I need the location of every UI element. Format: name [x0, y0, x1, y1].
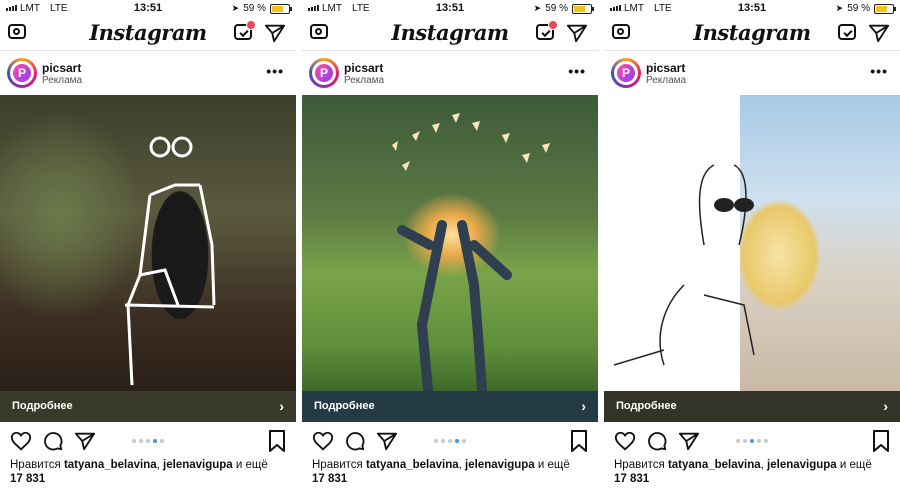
sketch-overlay	[124, 136, 216, 386]
bookmark-icon[interactable]	[570, 430, 588, 452]
direct-send-icon[interactable]	[264, 22, 286, 44]
chevron-right-icon: ›	[883, 398, 888, 414]
likes-text: Нравится tatyana_belavina, jelenavigupa …	[312, 458, 592, 486]
battery-percent: 59 %	[545, 3, 568, 14]
liker-1[interactable]: tatyana_belavina	[366, 459, 459, 471]
chevron-right-icon: ›	[581, 398, 586, 414]
avatar[interactable]	[309, 58, 339, 88]
carousel-indicator	[0, 439, 296, 443]
line-art-overlay	[613, 164, 755, 366]
battery-percent: 59 %	[243, 3, 266, 14]
post-image[interactable]	[0, 95, 296, 391]
carousel-indicator	[604, 439, 900, 443]
learn-more-button[interactable]: Подробнее ›	[0, 391, 296, 422]
battery-icon	[874, 3, 896, 14]
liker-2[interactable]: jelenavigupa	[163, 459, 233, 471]
sponsored-label: Реклама	[344, 75, 385, 86]
direct-send-icon[interactable]	[868, 22, 890, 44]
post-header: picsart Реклама •••	[302, 51, 598, 95]
bookmark-icon[interactable]	[268, 430, 286, 452]
sponsored-label: Реклама	[42, 75, 83, 86]
post-actions	[302, 428, 598, 454]
battery-icon	[270, 3, 292, 14]
battery-status: ➤ 59 %	[835, 3, 896, 14]
phone-screen-2: LMT LTE 13:51 ➤ 59 % Instagram picsart Р…	[302, 0, 598, 489]
bookmark-icon[interactable]	[872, 430, 890, 452]
screenshot-collage: LMT LTE 13:51 ➤ 59 % Instagram picsart Р…	[0, 0, 900, 489]
igtv-icon[interactable]	[838, 24, 856, 40]
avatar[interactable]	[7, 58, 37, 88]
post-username[interactable]: picsart	[646, 61, 685, 75]
battery-status: ➤ 59 %	[533, 3, 594, 14]
liker-1[interactable]: tatyana_belavina	[668, 459, 761, 471]
likes-text: Нравится tatyana_belavina, jelenavigupa …	[10, 458, 290, 486]
likes-count[interactable]: 17 831	[312, 473, 347, 485]
igtv-icon[interactable]	[234, 20, 256, 40]
battery-icon	[572, 3, 594, 14]
post-actions	[604, 428, 900, 454]
location-icon: ➤	[533, 3, 542, 13]
likes-suffix: и ещё	[836, 459, 872, 471]
likes-suffix: и ещё	[232, 459, 268, 471]
post-image[interactable]	[302, 95, 598, 391]
carousel-indicator	[302, 439, 598, 443]
direct-send-icon[interactable]	[566, 22, 588, 44]
cta-label: Подробнее	[314, 400, 375, 412]
likes-prefix: Нравится	[10, 459, 64, 471]
likes-text: Нравится tatyana_belavina, jelenavigupa …	[614, 458, 894, 486]
instagram-top-bar: Instagram	[302, 18, 598, 51]
avatar[interactable]	[611, 58, 641, 88]
sponsored-label: Реклама	[646, 75, 687, 86]
phone-screen-1: LMT LTE 13:51 ➤ 59 % Instagram picsart Р…	[0, 0, 296, 489]
phone-screen-3: LMT LTE 13:51 ➤ 59 % Instagram picsart Р…	[604, 0, 900, 489]
igtv-icon[interactable]	[536, 20, 558, 40]
battery-percent: 59 %	[847, 3, 870, 14]
likes-prefix: Нравится	[614, 459, 668, 471]
likes-count[interactable]: 17 831	[614, 473, 649, 485]
cta-label: Подробнее	[616, 400, 677, 412]
location-icon: ➤	[835, 3, 844, 13]
liker-1[interactable]: tatyana_belavina	[64, 459, 157, 471]
post-header: picsart Реклама •••	[0, 51, 296, 95]
post-actions	[0, 428, 296, 454]
more-icon[interactable]: •••	[870, 63, 888, 79]
status-bar: LMT LTE 13:51 ➤ 59 %	[0, 0, 296, 18]
learn-more-button[interactable]: Подробнее ›	[604, 391, 900, 422]
notification-dot	[548, 20, 558, 30]
dispersion-figure	[392, 113, 550, 391]
notification-dot	[246, 20, 256, 30]
cta-label: Подробнее	[12, 400, 73, 412]
learn-more-button[interactable]: Подробнее ›	[302, 391, 598, 422]
instagram-top-bar: Instagram	[0, 18, 296, 51]
likes-prefix: Нравится	[312, 459, 366, 471]
more-icon[interactable]: •••	[568, 63, 586, 79]
status-bar: LMT LTE 13:51 ➤ 59 %	[302, 0, 598, 18]
post-header: picsart Реклама •••	[604, 51, 900, 95]
more-icon[interactable]: •••	[266, 63, 284, 79]
post-image[interactable]	[604, 95, 900, 391]
post-username[interactable]: picsart	[344, 61, 383, 75]
status-bar: LMT LTE 13:51 ➤ 59 %	[604, 0, 900, 18]
chevron-right-icon: ›	[279, 398, 284, 414]
post-username[interactable]: picsart	[42, 61, 81, 75]
instagram-top-bar: Instagram	[604, 18, 900, 51]
likes-count[interactable]: 17 831	[10, 473, 45, 485]
liker-2[interactable]: jelenavigupa	[465, 459, 535, 471]
battery-status: ➤ 59 %	[231, 3, 292, 14]
location-icon: ➤	[231, 3, 240, 13]
liker-2[interactable]: jelenavigupa	[767, 459, 837, 471]
likes-suffix: и ещё	[534, 459, 570, 471]
